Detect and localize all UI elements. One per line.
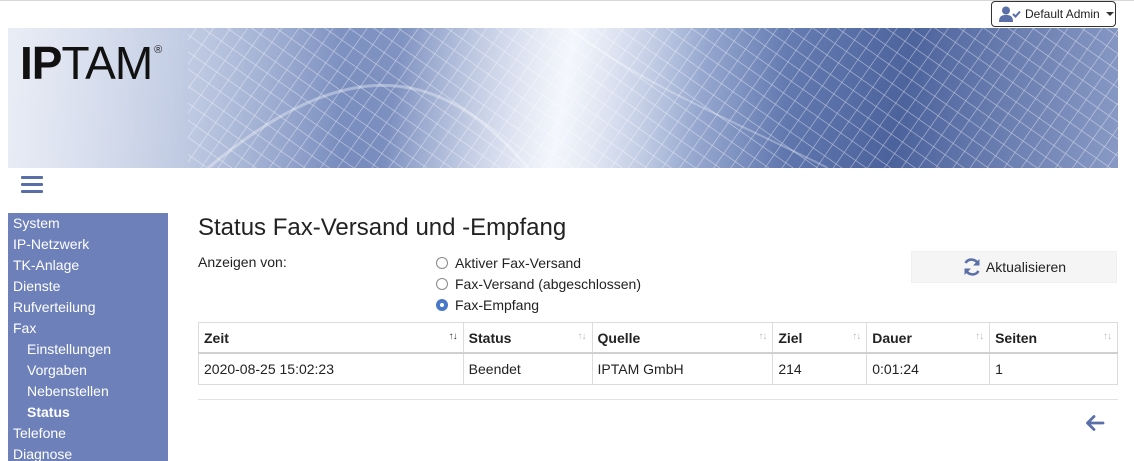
cell-quelle: IPTAM GmbH bbox=[591, 352, 774, 385]
sort-icon: ↑↓ bbox=[975, 331, 984, 342]
radio-button[interactable] bbox=[436, 277, 448, 290]
view-radio-group: Aktiver Fax-Versand Fax-Versand (abgesch… bbox=[436, 252, 641, 315]
radio-button-checked[interactable] bbox=[436, 298, 448, 311]
sort-icon: ↑↓ bbox=[1103, 331, 1112, 342]
sort-asc-icon: ↑↓ bbox=[448, 331, 458, 342]
refresh-label: Aktualisieren bbox=[985, 259, 1067, 275]
cell-status: Beendet bbox=[462, 352, 593, 385]
radio-fax-versand-abgeschlossen[interactable]: Fax-Versand (abgeschlossen) bbox=[436, 273, 641, 294]
logo-registered-mark: ® bbox=[154, 44, 163, 56]
sidebar-item-vorgaben[interactable]: Vorgaben bbox=[8, 360, 168, 381]
table-header-row: Zeit ↑↓ Status ↑↓ Quelle ↑↓ Ziel ↑↓ Dauer ↑↓ … bbox=[198, 322, 1118, 354]
user-check-icon bbox=[999, 6, 1021, 22]
sort-icon: ↑↓ bbox=[852, 331, 861, 342]
column-header-seiten[interactable]: Seiten ↑↓ bbox=[989, 322, 1118, 354]
header-banner: IPTAM ® bbox=[8, 28, 1118, 168]
radio-label: Fax-Empfang bbox=[455, 296, 540, 313]
sidebar-item-dienste[interactable]: Dienste bbox=[8, 276, 168, 297]
user-menu-button[interactable]: Default Admin bbox=[991, 1, 1116, 27]
radio-aktiver-fax-versand[interactable]: Aktiver Fax-Versand bbox=[436, 252, 641, 273]
radio-label: Aktiver Fax-Versand bbox=[455, 254, 582, 271]
sidebar-item-telefone[interactable]: Telefone bbox=[8, 423, 168, 444]
cell-zeit: 2020-08-25 15:02:23 bbox=[198, 352, 464, 385]
page-title: Status Fax-Versand und -Empfang bbox=[198, 214, 567, 241]
refresh-button[interactable]: Aktualisieren bbox=[911, 251, 1117, 283]
column-header-ziel[interactable]: Ziel ↑↓ bbox=[772, 322, 868, 354]
sidebar-item-einstellungen[interactable]: Einstellungen bbox=[8, 339, 168, 360]
menu-toggle-icon[interactable] bbox=[21, 176, 43, 194]
user-name: Default Admin bbox=[1025, 7, 1100, 21]
refresh-icon bbox=[964, 258, 980, 276]
logo-text-ip: IP bbox=[20, 37, 62, 89]
caret-down-icon bbox=[1105, 12, 1114, 16]
sidebar-item-system[interactable]: System bbox=[8, 213, 168, 234]
sidebar-item-ip-netzwerk[interactable]: IP-Netzwerk bbox=[8, 234, 168, 255]
column-header-status[interactable]: Status ↑↓ bbox=[462, 322, 593, 354]
sidebar-item-tk-anlage[interactable]: TK-Anlage bbox=[8, 255, 168, 276]
sidebar-item-fax[interactable]: Fax bbox=[8, 318, 168, 339]
sidebar-item-diagnose[interactable]: Diagnose bbox=[8, 444, 168, 461]
iptam-logo: IPTAM ® bbox=[20, 40, 162, 86]
radio-label: Fax-Versand (abgeschlossen) bbox=[455, 275, 641, 292]
sidebar-item-status[interactable]: Status bbox=[8, 402, 168, 423]
sort-icon: ↑↓ bbox=[577, 331, 587, 342]
top-border bbox=[0, 0, 1134, 1]
show-from-label: Anzeigen von: bbox=[198, 254, 287, 270]
column-header-dauer[interactable]: Dauer ↑↓ bbox=[866, 322, 991, 354]
cell-seiten: 1 bbox=[989, 352, 1118, 385]
logo-text-tam: TAM bbox=[61, 37, 153, 89]
sidebar-item-rufverteilung[interactable]: Rufverteilung bbox=[8, 297, 168, 318]
back-arrow-icon[interactable] bbox=[1085, 414, 1105, 432]
radio-button[interactable] bbox=[436, 256, 448, 269]
banner-background bbox=[8, 28, 1118, 168]
table-row[interactable]: 2020-08-25 15:02:23 Beendet IPTAM GmbH 2… bbox=[198, 352, 1118, 385]
content-divider bbox=[198, 399, 1118, 400]
sidebar-item-nebenstellen[interactable]: Nebenstellen bbox=[8, 381, 168, 402]
column-header-zeit[interactable]: Zeit ↑↓ bbox=[198, 322, 464, 354]
cell-dauer: 0:01:24 bbox=[866, 352, 991, 385]
sidebar-nav: System IP-Netzwerk TK-Anlage Dienste Ruf… bbox=[8, 213, 168, 461]
fax-status-table: Zeit ↑↓ Status ↑↓ Quelle ↑↓ Ziel ↑↓ Dauer ↑↓ … bbox=[198, 322, 1118, 385]
column-header-quelle[interactable]: Quelle ↑↓ bbox=[591, 322, 774, 354]
sort-icon: ↑↓ bbox=[758, 331, 767, 342]
radio-fax-empfang[interactable]: Fax-Empfang bbox=[436, 294, 641, 315]
cell-ziel: 214 bbox=[772, 352, 868, 385]
